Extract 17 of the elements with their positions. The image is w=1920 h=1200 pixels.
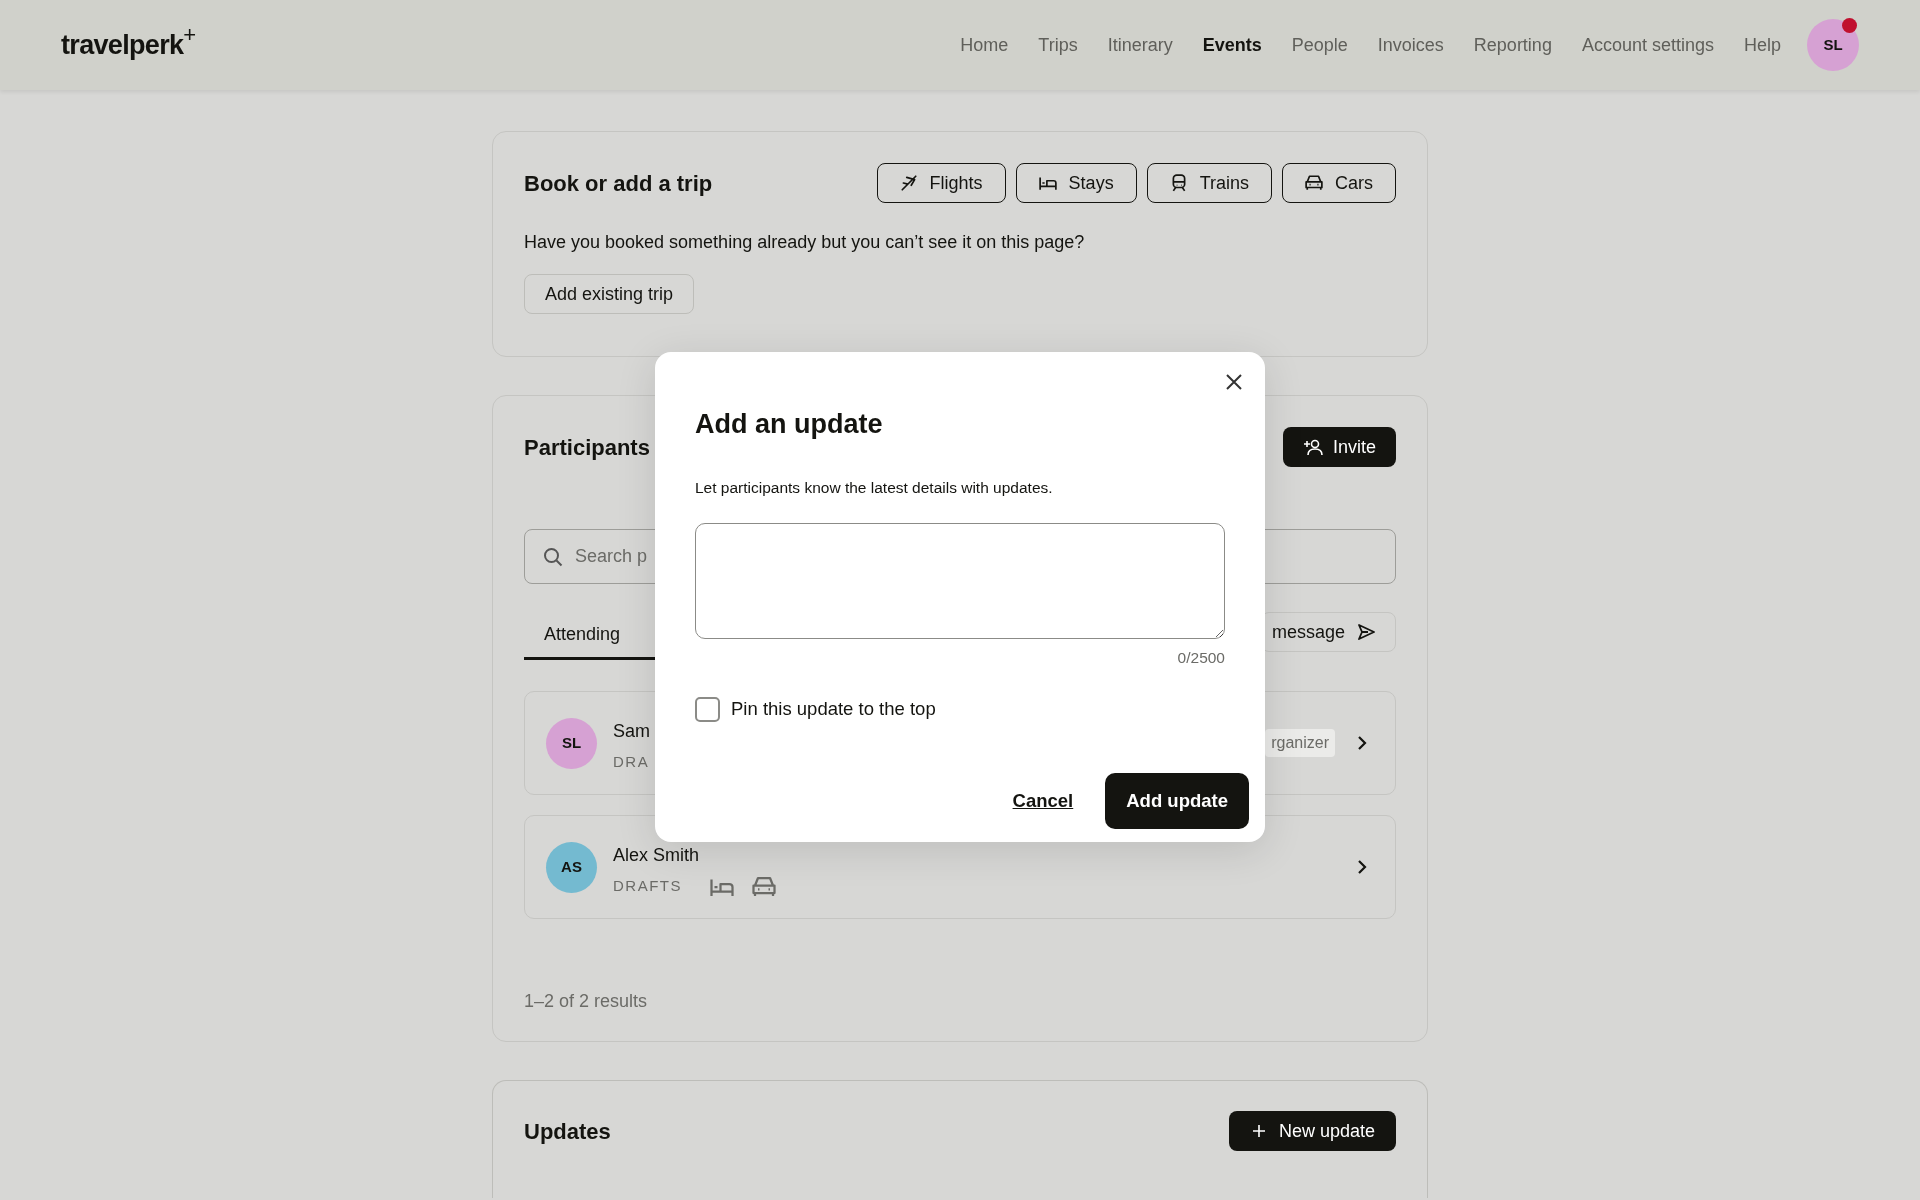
- dialog-title: Add an update: [695, 408, 884, 441]
- participant-avatar: SL: [546, 717, 597, 769]
- role-badge: rganizer: [1265, 729, 1335, 757]
- card-title: Book or add a trip: [524, 169, 713, 198]
- logo-mark: +: [183, 23, 197, 46]
- status-label: DRA: [613, 752, 650, 773]
- character-counter: 0/2500: [1176, 648, 1225, 668]
- card-title: Updates: [524, 1117, 611, 1146]
- prompt-text: Have you booked something already but you can’t see it on this page?: [524, 231, 1086, 254]
- card-title: Participants: [524, 433, 650, 462]
- participant-name: Sam: [613, 720, 651, 744]
- status-label: DRAFTS: [613, 876, 682, 897]
- participant-avatar: AS: [546, 841, 597, 893]
- participant-name: Alex Smith: [613, 843, 701, 867]
- checkbox-label: Pin this update to the top: [731, 697, 936, 722]
- dialog-description: Let participants know the latest details with updates.: [695, 477, 1054, 498]
- results-count: 1–2 of 2 results: [524, 990, 649, 1013]
